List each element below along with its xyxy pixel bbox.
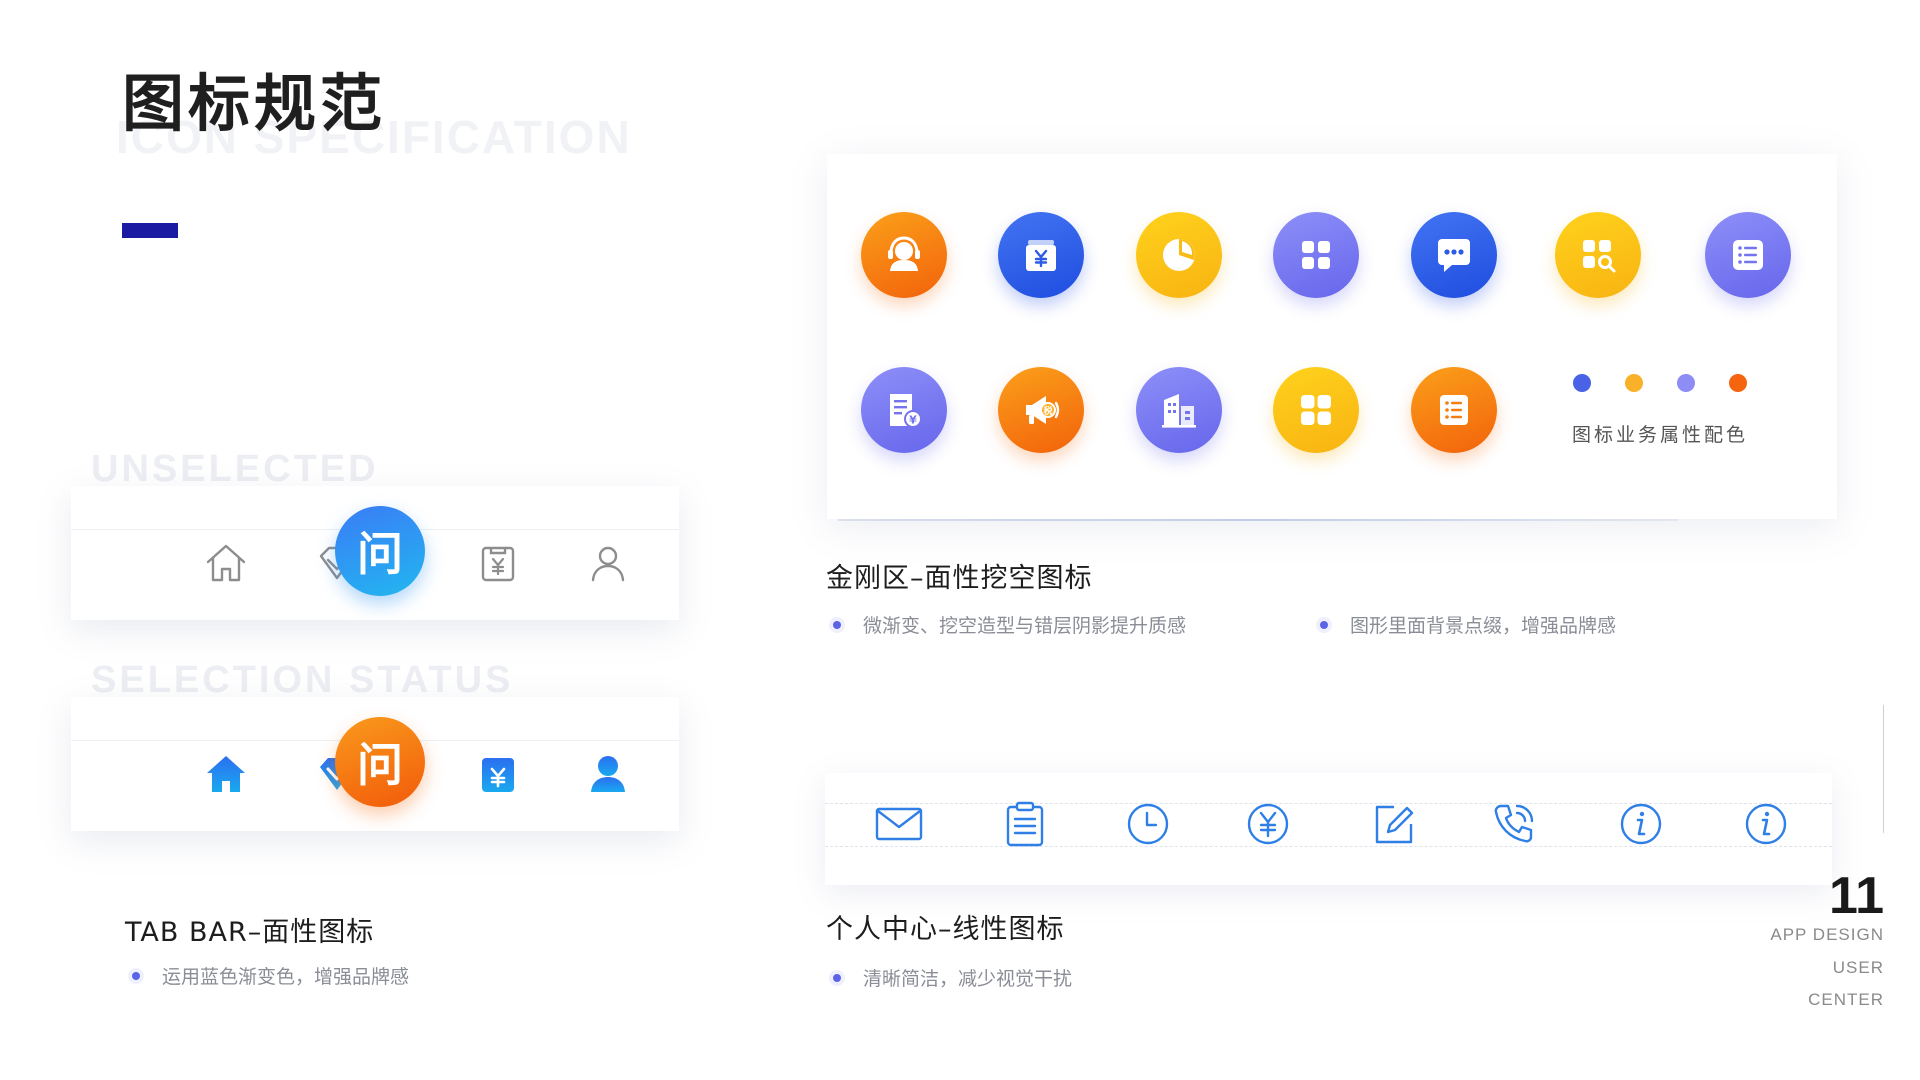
unselected-label: UNSELECTED: [91, 448, 379, 490]
phone-icon[interactable]: [1488, 798, 1540, 850]
ask-button-active[interactable]: 问: [335, 717, 425, 807]
line-icon-card: [825, 773, 1832, 885]
clock-icon[interactable]: [1122, 798, 1174, 850]
tabbar-bullet: 运用蓝色渐变色，增强品牌感: [132, 962, 409, 989]
line-bullet: 清晰简洁，减少视觉干扰: [833, 964, 1072, 991]
edit-icon[interactable]: [1368, 798, 1420, 850]
pie-chart-icon[interactable]: [1136, 212, 1222, 298]
footer-line-1: APP DESIGN: [1770, 925, 1884, 944]
kingkong-bullet-2: 图形里面背景点缀，增强品牌感: [1320, 611, 1616, 638]
tabbar-section-title: TAB BAR–面性图标: [125, 917, 375, 948]
palette-orange: [1729, 374, 1747, 392]
page-title: 图标规范: [122, 67, 387, 140]
buildings-icon[interactable]: [1136, 367, 1222, 453]
grid-icon[interactable]: [1273, 367, 1359, 453]
palette-purple: [1677, 374, 1695, 392]
ask-button[interactable]: 问: [335, 506, 425, 596]
selection-status-label: SELECTION STATUS: [91, 659, 514, 701]
divider-line: [1883, 705, 1884, 833]
kingkong-section-title: 金刚区–面性挖空图标: [826, 563, 1093, 594]
palette-label: 图标业务属性配色: [1572, 424, 1749, 446]
yuan-bag-icon[interactable]: [474, 750, 522, 798]
home-icon[interactable]: [202, 750, 250, 798]
yuan-bag-icon[interactable]: [474, 539, 522, 587]
wallet-icon[interactable]: [998, 212, 1084, 298]
page-number: 11: [1829, 867, 1884, 925]
kingkong-bullet-1: 微渐变、挖空造型与错层阴影提升质感: [833, 611, 1186, 638]
customer-service-icon[interactable]: [861, 212, 947, 298]
list-icon[interactable]: [1705, 212, 1791, 298]
home-icon[interactable]: [202, 539, 250, 587]
notes-icon[interactable]: [1411, 367, 1497, 453]
apps-icon[interactable]: [1273, 212, 1359, 298]
tabbar-selected: 问: [71, 697, 679, 831]
megaphone-icon[interactable]: 税: [998, 367, 1084, 453]
footer-line-2: USER: [1832, 958, 1884, 977]
mail-icon[interactable]: [873, 798, 925, 850]
footer-line-3: CENTER: [1808, 990, 1884, 1009]
svg-text:¥: ¥: [909, 414, 917, 427]
message-icon[interactable]: [1411, 212, 1497, 298]
info-icon[interactable]: [1740, 798, 1792, 850]
title-accent-bar: [122, 223, 178, 238]
user-icon[interactable]: [584, 539, 632, 587]
yuan-circle-icon[interactable]: [1242, 798, 1294, 850]
user-icon[interactable]: [584, 750, 632, 798]
invoice-icon[interactable]: ¥: [861, 367, 947, 453]
clipboard-icon[interactable]: [999, 798, 1051, 850]
info-icon[interactable]: [1615, 798, 1667, 850]
line-section-title: 个人中心–线性图标: [826, 914, 1065, 945]
app-search-icon[interactable]: [1555, 212, 1641, 298]
svg-text:税: 税: [1043, 405, 1052, 417]
palette-blue: [1573, 374, 1591, 392]
kingkong-icon-card: ¥ 税 图标业务属性配色: [827, 154, 1837, 519]
palette-yellow: [1625, 374, 1643, 392]
tabbar-unselected: 问: [71, 486, 679, 620]
